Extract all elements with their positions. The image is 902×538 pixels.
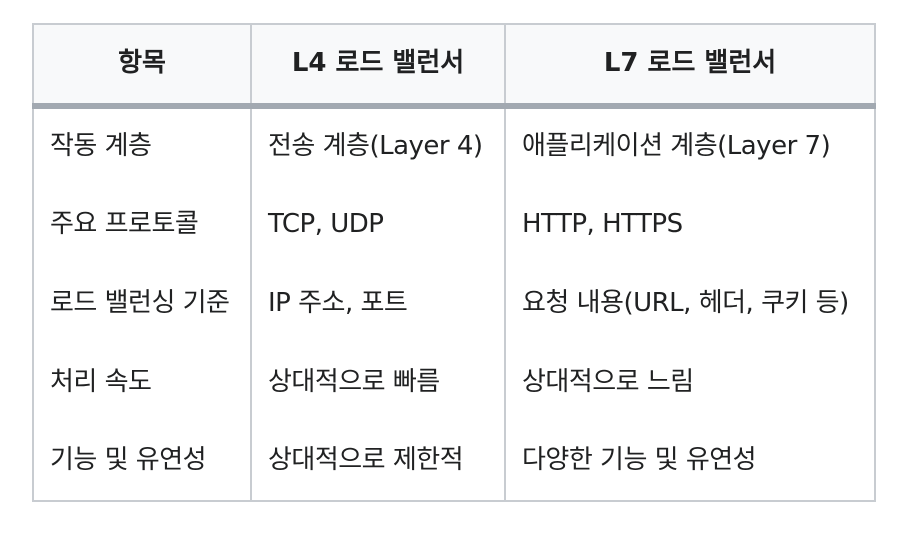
table-row: 주요 프로토콜 TCP, UDP HTTP, HTTPS bbox=[32, 185, 876, 264]
l7-cell: 요청 내용(URL, 헤더, 쿠키 등) bbox=[504, 264, 876, 343]
l7-cell: 상대적으로 느림 bbox=[504, 343, 876, 422]
table-row: 기능 및 유연성 상대적으로 제한적 다양한 기능 및 유연성 bbox=[32, 422, 876, 502]
l4-cell: 전송 계층(Layer 4) bbox=[250, 106, 506, 185]
table-row: 작동 계층 전송 계층(Layer 4) 애플리케이션 계층(Layer 7) bbox=[32, 106, 876, 185]
table-row: 로드 밸런싱 기준 IP 주소, 포트 요청 내용(URL, 헤더, 쿠키 등) bbox=[32, 264, 876, 343]
header-row: 항목 L4 로드 밸런서 L7 로드 밸런서 bbox=[32, 23, 876, 109]
l4-cell: 상대적으로 빠름 bbox=[250, 343, 506, 422]
l4-cell: 상대적으로 제한적 bbox=[250, 422, 506, 502]
row-label: 로드 밸런싱 기준 bbox=[32, 264, 252, 343]
row-label: 작동 계층 bbox=[32, 106, 252, 185]
l4-cell: TCP, UDP bbox=[250, 185, 506, 264]
l7-cell: 애플리케이션 계층(Layer 7) bbox=[504, 106, 876, 185]
header-item: 항목 bbox=[32, 23, 252, 109]
table-row: 처리 속도 상대적으로 빠름 상대적으로 느림 bbox=[32, 343, 876, 422]
header-l4-load-balancer: L4 로드 밸런서 bbox=[250, 23, 506, 109]
row-label: 기능 및 유연성 bbox=[32, 422, 252, 502]
table-body: 작동 계층 전송 계층(Layer 4) 애플리케이션 계층(Layer 7) … bbox=[32, 106, 876, 502]
comparison-table: 항목 L4 로드 밸런서 L7 로드 밸런서 작동 계층 전송 계층(Layer… bbox=[32, 23, 876, 502]
comparison-table-container: 항목 L4 로드 밸런서 L7 로드 밸런서 작동 계층 전송 계층(Layer… bbox=[32, 23, 876, 513]
l7-cell: HTTP, HTTPS bbox=[504, 185, 876, 264]
l4-cell: IP 주소, 포트 bbox=[250, 264, 506, 343]
l7-cell: 다양한 기능 및 유연성 bbox=[504, 422, 876, 502]
table-header: 항목 L4 로드 밸런서 L7 로드 밸런서 bbox=[32, 23, 876, 109]
row-label: 주요 프로토콜 bbox=[32, 185, 252, 264]
header-l7-load-balancer: L7 로드 밸런서 bbox=[504, 23, 876, 109]
row-label: 처리 속도 bbox=[32, 343, 252, 422]
